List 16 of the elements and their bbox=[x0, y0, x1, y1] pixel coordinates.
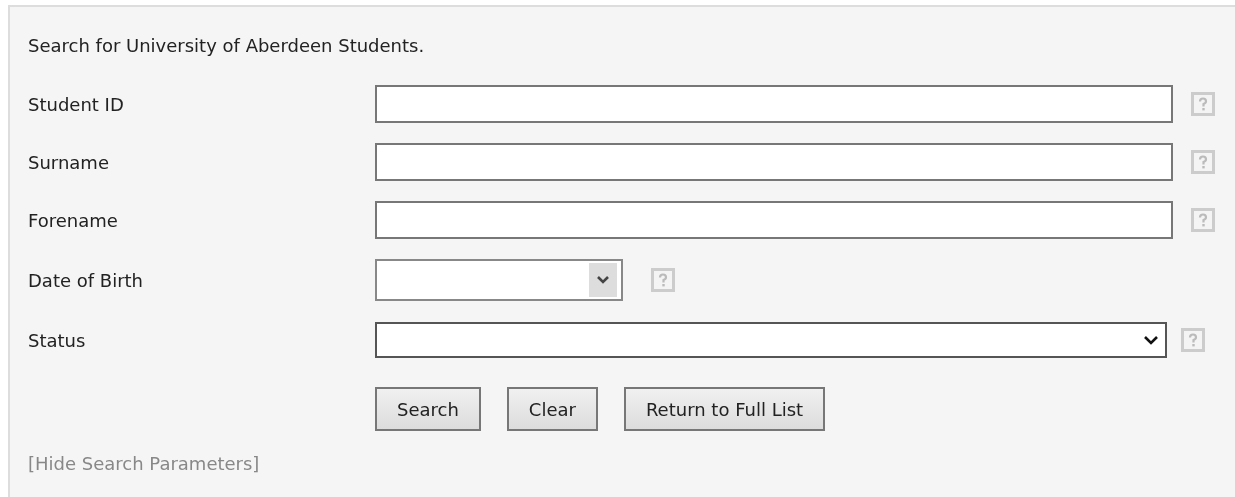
field-label: Surname bbox=[28, 151, 110, 173]
input-field[interactable] bbox=[375, 201, 1173, 239]
dropdown[interactable] bbox=[375, 322, 1167, 358]
chevron-down-icon bbox=[1143, 334, 1159, 346]
field-label: Date of Birth bbox=[28, 269, 145, 291]
field-label: Student ID bbox=[28, 93, 125, 115]
chevron-down-icon bbox=[596, 275, 610, 285]
form-button[interactable]: Search bbox=[375, 387, 481, 431]
input-field[interactable] bbox=[375, 85, 1173, 123]
form-button[interactable]: Return to Full List bbox=[623, 387, 826, 431]
input-field[interactable] bbox=[375, 143, 1173, 181]
intro-text: Search for University of Aberdeen Students. bbox=[28, 35, 426, 58]
dropdown[interactable] bbox=[375, 259, 623, 301]
form-button[interactable]: Clear bbox=[506, 387, 598, 431]
field-label: Forename bbox=[28, 209, 119, 231]
field-label: Status bbox=[28, 329, 87, 351]
